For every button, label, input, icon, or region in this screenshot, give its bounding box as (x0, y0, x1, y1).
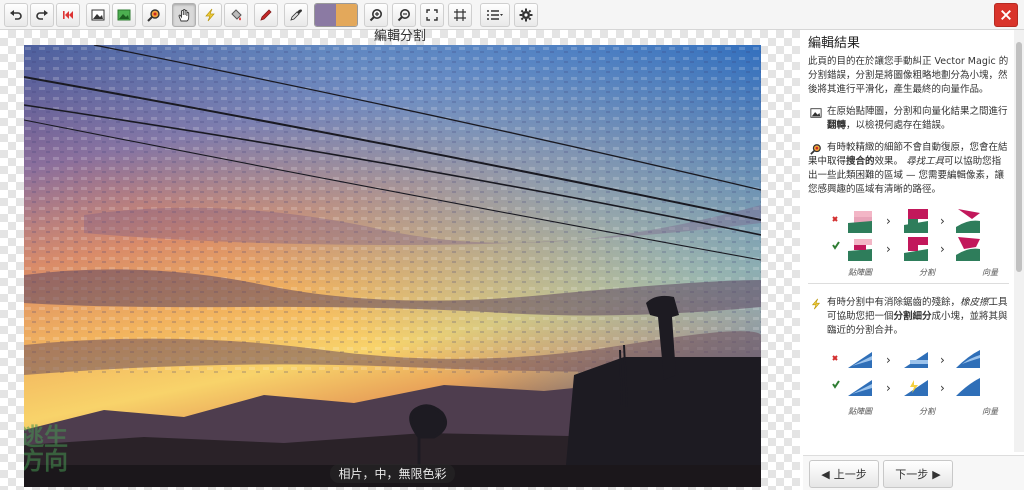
help-scrollbar[interactable] (1014, 30, 1024, 452)
canvas-title: 編輯分割 (373, 29, 426, 44)
fill-icon (231, 9, 242, 21)
gear-icon (519, 8, 533, 22)
close-button[interactable] (994, 3, 1018, 27)
color-swatch[interactable] (314, 3, 358, 27)
caption-label: 相片，中，無限色彩 (330, 464, 455, 483)
sunset-image (24, 45, 761, 487)
svg-text:›: › (886, 242, 891, 256)
intro-text: 此頁的目的在於讓您手動糾正 Vector Magic 的分割錯誤，分割是將圖像粗… (808, 56, 1009, 95)
demo-row-1: › › › › 點陣圖 分割 向量 (808, 205, 1009, 277)
demo-row-2: › › › › 點陣圖 分割 向量 (808, 346, 1009, 416)
redo-button[interactable] (30, 3, 54, 27)
redo-icon (36, 10, 48, 20)
segmented-photo[interactable]: 逃生 方向 相片，中，無限色彩 (24, 45, 761, 487)
pencil-tool-button[interactable] (254, 3, 278, 27)
zoom-in-button[interactable] (364, 3, 388, 27)
lightning-icon (811, 298, 821, 310)
fit-to-window-button[interactable] (420, 3, 444, 27)
svg-text:›: › (940, 242, 945, 256)
zoom-out-button[interactable] (392, 3, 416, 27)
zoom-out-icon (397, 9, 410, 22)
fill-tool-button[interactable] (224, 3, 248, 27)
list-menu-icon (487, 10, 503, 20)
fit-icon (426, 9, 438, 21)
wizard-nav: ◀ 上一步 下一步 ▶ (803, 455, 1024, 490)
demo-labels-1: 點陣圖 分割 向量 (848, 268, 998, 277)
undo-icon (10, 10, 22, 20)
pencil-icon (260, 9, 272, 21)
svg-text:›: › (886, 214, 891, 228)
arrow-left-icon: ◀ (821, 467, 830, 481)
actual-size-icon (454, 9, 466, 21)
panel-title: 編輯結果 (808, 36, 861, 51)
toolbar (0, 0, 1024, 30)
first-step-icon (63, 11, 73, 19)
svg-text:›: › (940, 353, 945, 367)
list-menu-button[interactable] (480, 3, 510, 27)
svg-text:›: › (886, 381, 891, 395)
demo-graphic-1: › › › › (832, 209, 980, 261)
eyedropper-icon (290, 9, 302, 21)
help-scroll-area[interactable]: 編輯結果 此頁的目的在於讓您手動糾正 Vector Magic 的分割錯誤，分割… (803, 30, 1013, 452)
svg-text:›: › (940, 381, 945, 395)
demo-labels-2: 點陣圖 分割 向量 (848, 407, 998, 416)
next-label: 下一步 (895, 468, 929, 481)
scrollbar-thumb[interactable] (1016, 42, 1022, 272)
pan-hand-icon (178, 8, 190, 22)
tip-flip-text: 在原始點陣圖，分割和向量化結果之間進行翻轉，以檢視何處存在錯誤。 (827, 106, 1008, 131)
eyedropper-tool-button[interactable] (284, 3, 308, 27)
help-panel: 編輯結果 此頁的目的在於讓您手動糾正 Vector Magic 的分割錯誤，分割… (803, 30, 1024, 490)
caption: 相片，中，無限色彩 (24, 463, 761, 483)
pan-tool-button[interactable] (172, 3, 196, 27)
prev-label: 上一步 (833, 468, 867, 481)
lightning-icon (205, 8, 215, 22)
lightning-tool-button[interactable] (198, 3, 222, 27)
zoom-in-icon (369, 9, 382, 22)
swatch-right (336, 4, 357, 26)
tip-find: 有時較精緻的細節不會自動復原，您會在結果中取得搜合的效果。 尋找工具可以協助您指… (808, 141, 1009, 197)
find-problem-button[interactable] (142, 3, 166, 27)
close-icon (1001, 10, 1011, 20)
settings-button[interactable] (514, 3, 538, 27)
tip-flip: 在原始點陣圖，分割和向量化結果之間進行翻轉，以檢視何處存在錯誤。 (808, 105, 1009, 133)
tip-find-text: 有時較精緻的細節不會自動復原，您會在結果中取得搜合的效果。 尋找工具可以協助您指… (808, 142, 1008, 195)
tip-eraser: 有時分割中有消除鋸齒的殘餘，橡皮擦工具可協助您把一個分割細分成小塊，並將其與臨近… (808, 296, 1009, 338)
svg-text:›: › (940, 214, 945, 228)
svg-text:›: › (886, 353, 891, 367)
find-problem-icon (147, 9, 160, 22)
bitmap-view-button[interactable] (86, 3, 110, 27)
first-step-button[interactable] (56, 3, 80, 27)
divider (808, 283, 1009, 284)
bitmap-view-icon (91, 9, 105, 21)
canvas-area[interactable]: 編輯分割 逃生 方向 相片，中，無限色彩 (0, 30, 800, 490)
result-view-icon (117, 9, 131, 21)
actual-size-button[interactable] (448, 3, 472, 27)
find-problem-icon (810, 144, 821, 155)
result-view-button[interactable] (112, 3, 136, 27)
swatch-left (315, 4, 336, 26)
undo-button[interactable] (4, 3, 28, 27)
tip-eraser-text: 有時分割中有消除鋸齒的殘餘，橡皮擦工具可協助您把一個分割細分成小塊，並將其與臨近… (827, 297, 1008, 336)
bitmap-view-icon (810, 108, 822, 118)
next-button[interactable]: 下一步 ▶ (883, 460, 953, 488)
prev-button[interactable]: ◀ 上一步 (809, 460, 879, 488)
arrow-right-icon: ▶ (932, 467, 941, 481)
